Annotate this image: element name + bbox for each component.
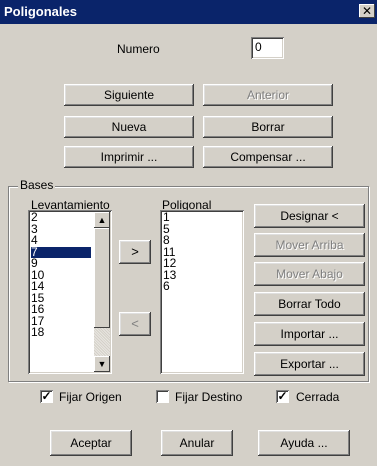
add-to-poligonal-button[interactable]: >: [119, 240, 151, 264]
importar-button[interactable]: Importar ...: [254, 322, 365, 346]
ayuda-button[interactable]: Ayuda ...: [258, 430, 350, 456]
borrar-button[interactable]: Borrar: [203, 116, 333, 138]
levantamiento-list[interactable]: 2 3 4 7 9 10 14 15 16 17 18 ▲ ▼: [28, 210, 112, 374]
exportar-button[interactable]: Exportar ...: [254, 352, 365, 376]
poligonal-item[interactable]: 1: [163, 211, 241, 224]
levantamiento-item[interactable]: 18: [31, 326, 91, 339]
anterior-button[interactable]: Anterior: [203, 84, 333, 106]
numero-label: Numero: [117, 42, 160, 56]
nueva-button[interactable]: Nueva: [64, 116, 194, 138]
anular-button[interactable]: Anular: [161, 430, 233, 456]
fijar-origen-checkbox[interactable]: ✓: [40, 390, 53, 403]
title-bar: Poligonales ✕: [0, 0, 377, 24]
borrar-todo-button[interactable]: Borrar Todo: [254, 292, 365, 316]
cerrada-checkbox[interactable]: ✓: [276, 390, 289, 403]
aceptar-button[interactable]: Aceptar: [50, 430, 132, 456]
window-title: Poligonales: [4, 4, 77, 19]
levantamiento-item[interactable]: 2: [31, 211, 91, 224]
poligonal-list[interactable]: 1 5 8 11 12 13 6: [160, 210, 244, 374]
scroll-up-icon[interactable]: ▲: [94, 212, 110, 228]
bases-title: Bases: [18, 178, 56, 192]
imprimir-button[interactable]: Imprimir ...: [64, 146, 194, 168]
levantamiento-scrollbar[interactable]: ▲ ▼: [94, 212, 110, 372]
cerrada-label: Cerrada: [296, 390, 340, 404]
poligonal-items: 1 5 8 11 12 13 6: [163, 211, 241, 293]
numero-field[interactable]: 0: [251, 37, 284, 59]
poligonal-item[interactable]: 5: [163, 223, 241, 236]
poligonal-item[interactable]: 13: [163, 269, 241, 282]
fijar-destino-label: Fijar Destino: [175, 390, 243, 404]
scroll-thumb[interactable]: [94, 228, 110, 328]
levantamiento-item[interactable]: 4: [31, 234, 91, 247]
compensar-button[interactable]: Compensar ...: [203, 146, 333, 168]
siguiente-button[interactable]: Siguiente: [64, 84, 194, 106]
remove-from-poligonal-button[interactable]: <: [119, 312, 151, 336]
poligonal-item[interactable]: 6: [163, 280, 241, 293]
levantamiento-item[interactable]: 7: [31, 246, 91, 258]
mover-arriba-button[interactable]: Mover Arriba: [254, 233, 365, 257]
scroll-down-icon[interactable]: ▼: [94, 356, 110, 372]
levantamiento-item[interactable]: 3: [31, 223, 91, 236]
fijar-origen-label: Fijar Origen: [59, 390, 122, 404]
mover-abajo-button[interactable]: Mover Abajo: [254, 262, 365, 286]
close-icon[interactable]: ✕: [359, 4, 375, 18]
fijar-destino-checkbox[interactable]: [156, 390, 169, 403]
designar-button[interactable]: Designar <: [254, 204, 365, 228]
